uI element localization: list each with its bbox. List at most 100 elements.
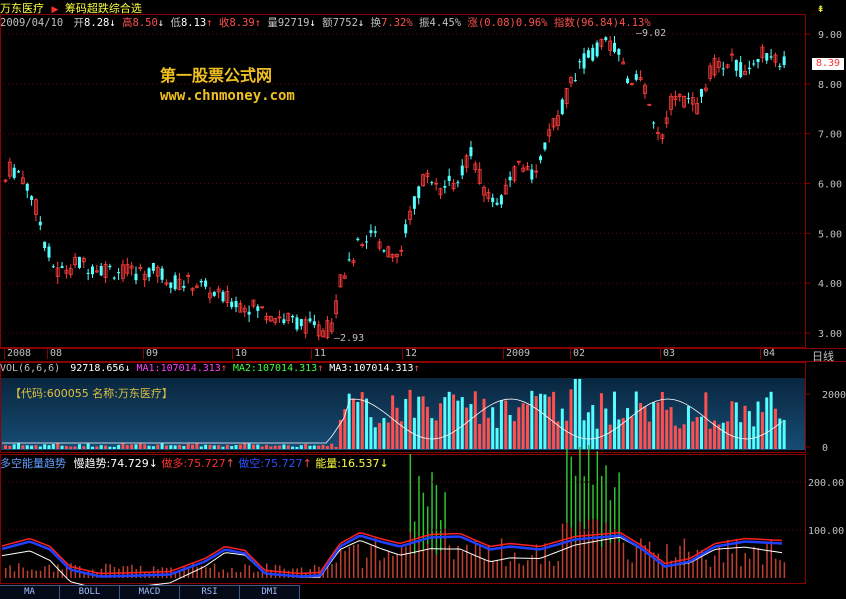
energy-bar — [561, 523, 564, 578]
tab-ma[interactable]: MA — [0, 585, 60, 599]
volume-bar — [647, 421, 651, 449]
energy-bar — [761, 564, 764, 578]
volume-bar — [204, 444, 208, 449]
price-axis-label: 7.00 — [818, 130, 842, 141]
volume-bar — [178, 444, 181, 449]
volume-bar — [765, 397, 769, 449]
energy-bar — [648, 541, 651, 578]
volume-bar — [443, 397, 447, 449]
energy-bar — [479, 544, 481, 578]
energy-bar — [374, 538, 377, 578]
energy-bar — [683, 538, 686, 578]
volume-bar — [491, 407, 495, 449]
volume-bar — [134, 444, 138, 449]
volume-bar — [534, 396, 538, 449]
volume-bar — [147, 445, 151, 449]
volume-bar — [199, 446, 203, 449]
volume-bar — [251, 444, 255, 449]
energy-spike — [574, 475, 577, 543]
volume-bar — [473, 391, 477, 449]
candle-body — [508, 176, 512, 181]
energy-bar — [579, 522, 581, 578]
up-arrow-icon: ↑ — [317, 363, 324, 374]
candle-body — [356, 238, 360, 241]
price-axis-label: 3.00 — [818, 329, 842, 340]
volume-bar — [299, 445, 303, 449]
stock-chart[interactable]: 9.00 8.00 7.00 6.00 5.00 4.00 3.00 200000 0 200.0… — [0, 0, 846, 598]
energy-bar — [387, 550, 390, 578]
energy-bar — [505, 566, 507, 578]
volume-bar — [221, 446, 225, 449]
candle-body — [30, 196, 34, 200]
ma3-value: 107014.313 — [353, 363, 414, 374]
candle-body — [578, 61, 582, 63]
volume-bar — [334, 446, 338, 449]
candle-body — [60, 266, 64, 268]
volume-bar — [526, 404, 529, 449]
volume-bar — [295, 446, 299, 449]
volume-bar — [169, 445, 173, 449]
candle-body — [299, 319, 303, 327]
candle-body — [173, 275, 177, 290]
indicator-title[interactable]: 多空能量趋势 — [0, 457, 66, 470]
volume-bar — [212, 445, 216, 449]
energy-spike — [418, 475, 420, 537]
volume-bar — [77, 444, 81, 449]
tab-rsi[interactable]: RSI — [180, 585, 240, 599]
candle-body — [77, 256, 81, 268]
volume-bar — [38, 446, 42, 449]
volume-bar — [208, 444, 212, 449]
volume-bar — [56, 443, 60, 449]
volume-bar — [243, 443, 247, 449]
energy-bar — [13, 571, 16, 578]
volume-bar — [8, 445, 12, 449]
energy-bar — [5, 567, 7, 578]
energy-bar — [622, 542, 625, 578]
volume-bar — [465, 407, 469, 449]
energy-spike — [614, 487, 616, 530]
energy-bar — [687, 551, 690, 578]
energy-bar — [779, 560, 781, 578]
volume-bar — [569, 389, 573, 449]
down-arrow-icon: ↓ — [148, 457, 158, 470]
indicator-tabs: MA BOLL MACD RSI DMI — [0, 585, 846, 599]
energy-bar — [596, 519, 599, 578]
tab-macd[interactable]: MACD — [120, 585, 180, 599]
energy-bar — [570, 527, 572, 578]
energy-bar — [770, 539, 773, 578]
candle-body — [43, 241, 47, 249]
ma1-value: 107014.313 — [160, 363, 221, 374]
down-arrow-icon: ↓ — [379, 457, 389, 470]
energy-bar — [735, 538, 738, 578]
energy-bar — [666, 544, 668, 578]
candle-body — [700, 88, 703, 97]
candle-body — [752, 63, 756, 65]
volume-bar — [51, 444, 55, 449]
energy-bar — [496, 559, 499, 578]
volume-bar — [12, 444, 16, 449]
volume-bar — [104, 445, 108, 449]
indicator-header: 多空能量趋势 慢趋势:74.729↓ 做多:75.727↑ 做空:75.727↑… — [0, 455, 806, 470]
volume-title[interactable]: VOL(6,6,6) — [0, 363, 60, 374]
volume-bar — [247, 443, 251, 449]
energy-bar — [605, 523, 607, 578]
volume-bar — [404, 398, 408, 449]
volume-bar — [573, 379, 577, 449]
energy-bar — [466, 544, 468, 578]
energy-spike — [435, 485, 438, 555]
energy-bar — [422, 549, 425, 578]
energy-bar — [705, 559, 707, 578]
candle-body — [412, 196, 416, 209]
period-label[interactable]: 日线 — [812, 348, 834, 364]
bear-value: 75.727 — [264, 457, 303, 470]
volume-bar — [91, 446, 94, 449]
energy-bar — [661, 564, 664, 578]
volume-bar — [678, 428, 682, 449]
volume-bar — [82, 446, 86, 449]
energy-bar — [353, 544, 355, 578]
energy-bar — [231, 567, 233, 578]
energy-bar — [718, 546, 720, 578]
tab-boll[interactable]: BOLL — [60, 585, 120, 599]
tab-dmi[interactable]: DMI — [240, 585, 300, 599]
volume-bar — [578, 379, 582, 449]
